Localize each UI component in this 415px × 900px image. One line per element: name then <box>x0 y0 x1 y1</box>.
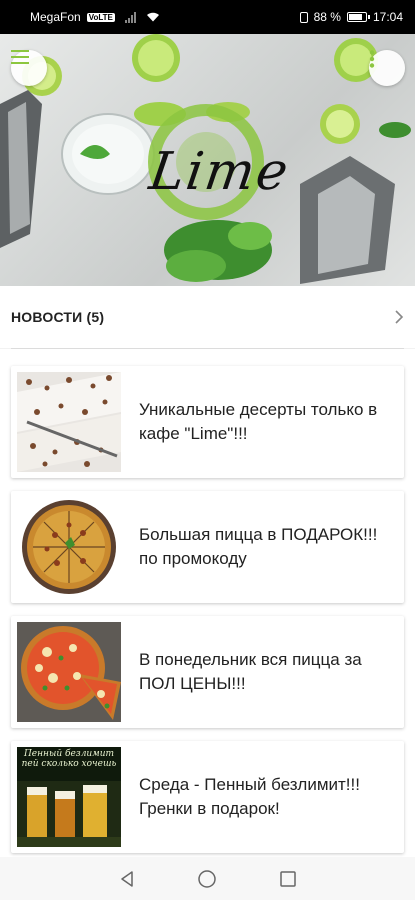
battery-percent: 88 % <box>313 10 341 24</box>
status-bar: MegaFon VoLTE 88 % 17:04 <box>0 0 415 34</box>
recents-icon[interactable] <box>279 870 297 888</box>
menu-button[interactable] <box>11 50 47 86</box>
news-card[interactable]: В понедельник вся пицца за ПОЛ ЦЕНЫ!!! <box>11 616 404 728</box>
news-card[interactable]: Пенный безлимит пей сколько хочешь Среда… <box>11 741 404 853</box>
news-title: НОВОСТИ (5) <box>11 309 105 325</box>
hero-logo: Lime <box>145 142 294 202</box>
news-text: В понедельник вся пицца за ПОЛ ЦЕНЫ!!! <box>139 650 362 693</box>
news-text: Большая пицца в ПОДАРОК!!! по промокоду <box>139 525 378 568</box>
hamburger-icon <box>11 50 29 64</box>
news-card[interactable]: Уникальные десерты только в кафе "Lime"!… <box>11 366 404 478</box>
more-options-button[interactable] <box>369 50 405 86</box>
vibrate-icon <box>299 11 308 23</box>
news-text: Уникальные десерты только в кафе "Lime"!… <box>139 400 378 443</box>
chevron-right-icon <box>395 310 404 324</box>
news-thumbnail-beer-poster: Пенный безлимит пей сколько хочешь <box>17 747 121 847</box>
news-section-header[interactable]: НОВОСТИ (5) <box>0 286 415 348</box>
battery-icon <box>346 12 370 22</box>
news-thumbnail-pizza <box>17 497 121 597</box>
clock: 17:04 <box>372 10 403 24</box>
news-text: Среда - Пенный безлимит!!! Гренки в пода… <box>139 775 360 818</box>
volte-badge: VoLTE <box>86 12 115 22</box>
carrier-name: MegaFon <box>30 10 81 24</box>
news-thumbnail-pizza-slices <box>17 622 121 722</box>
more-vertical-icon <box>369 50 375 68</box>
news-thumbnail-desserts <box>17 372 121 472</box>
hero-banner: Lime <box>0 34 415 286</box>
wifi-icon <box>146 12 159 22</box>
system-nav-bar <box>0 857 415 900</box>
signal-icon <box>124 11 136 23</box>
poster-caption: Пенный безлимит пей сколько хочешь <box>21 749 117 769</box>
back-icon[interactable] <box>119 870 135 888</box>
home-icon[interactable] <box>197 869 217 889</box>
news-card[interactable]: Большая пицца в ПОДАРОК!!! по промокоду <box>11 491 404 603</box>
